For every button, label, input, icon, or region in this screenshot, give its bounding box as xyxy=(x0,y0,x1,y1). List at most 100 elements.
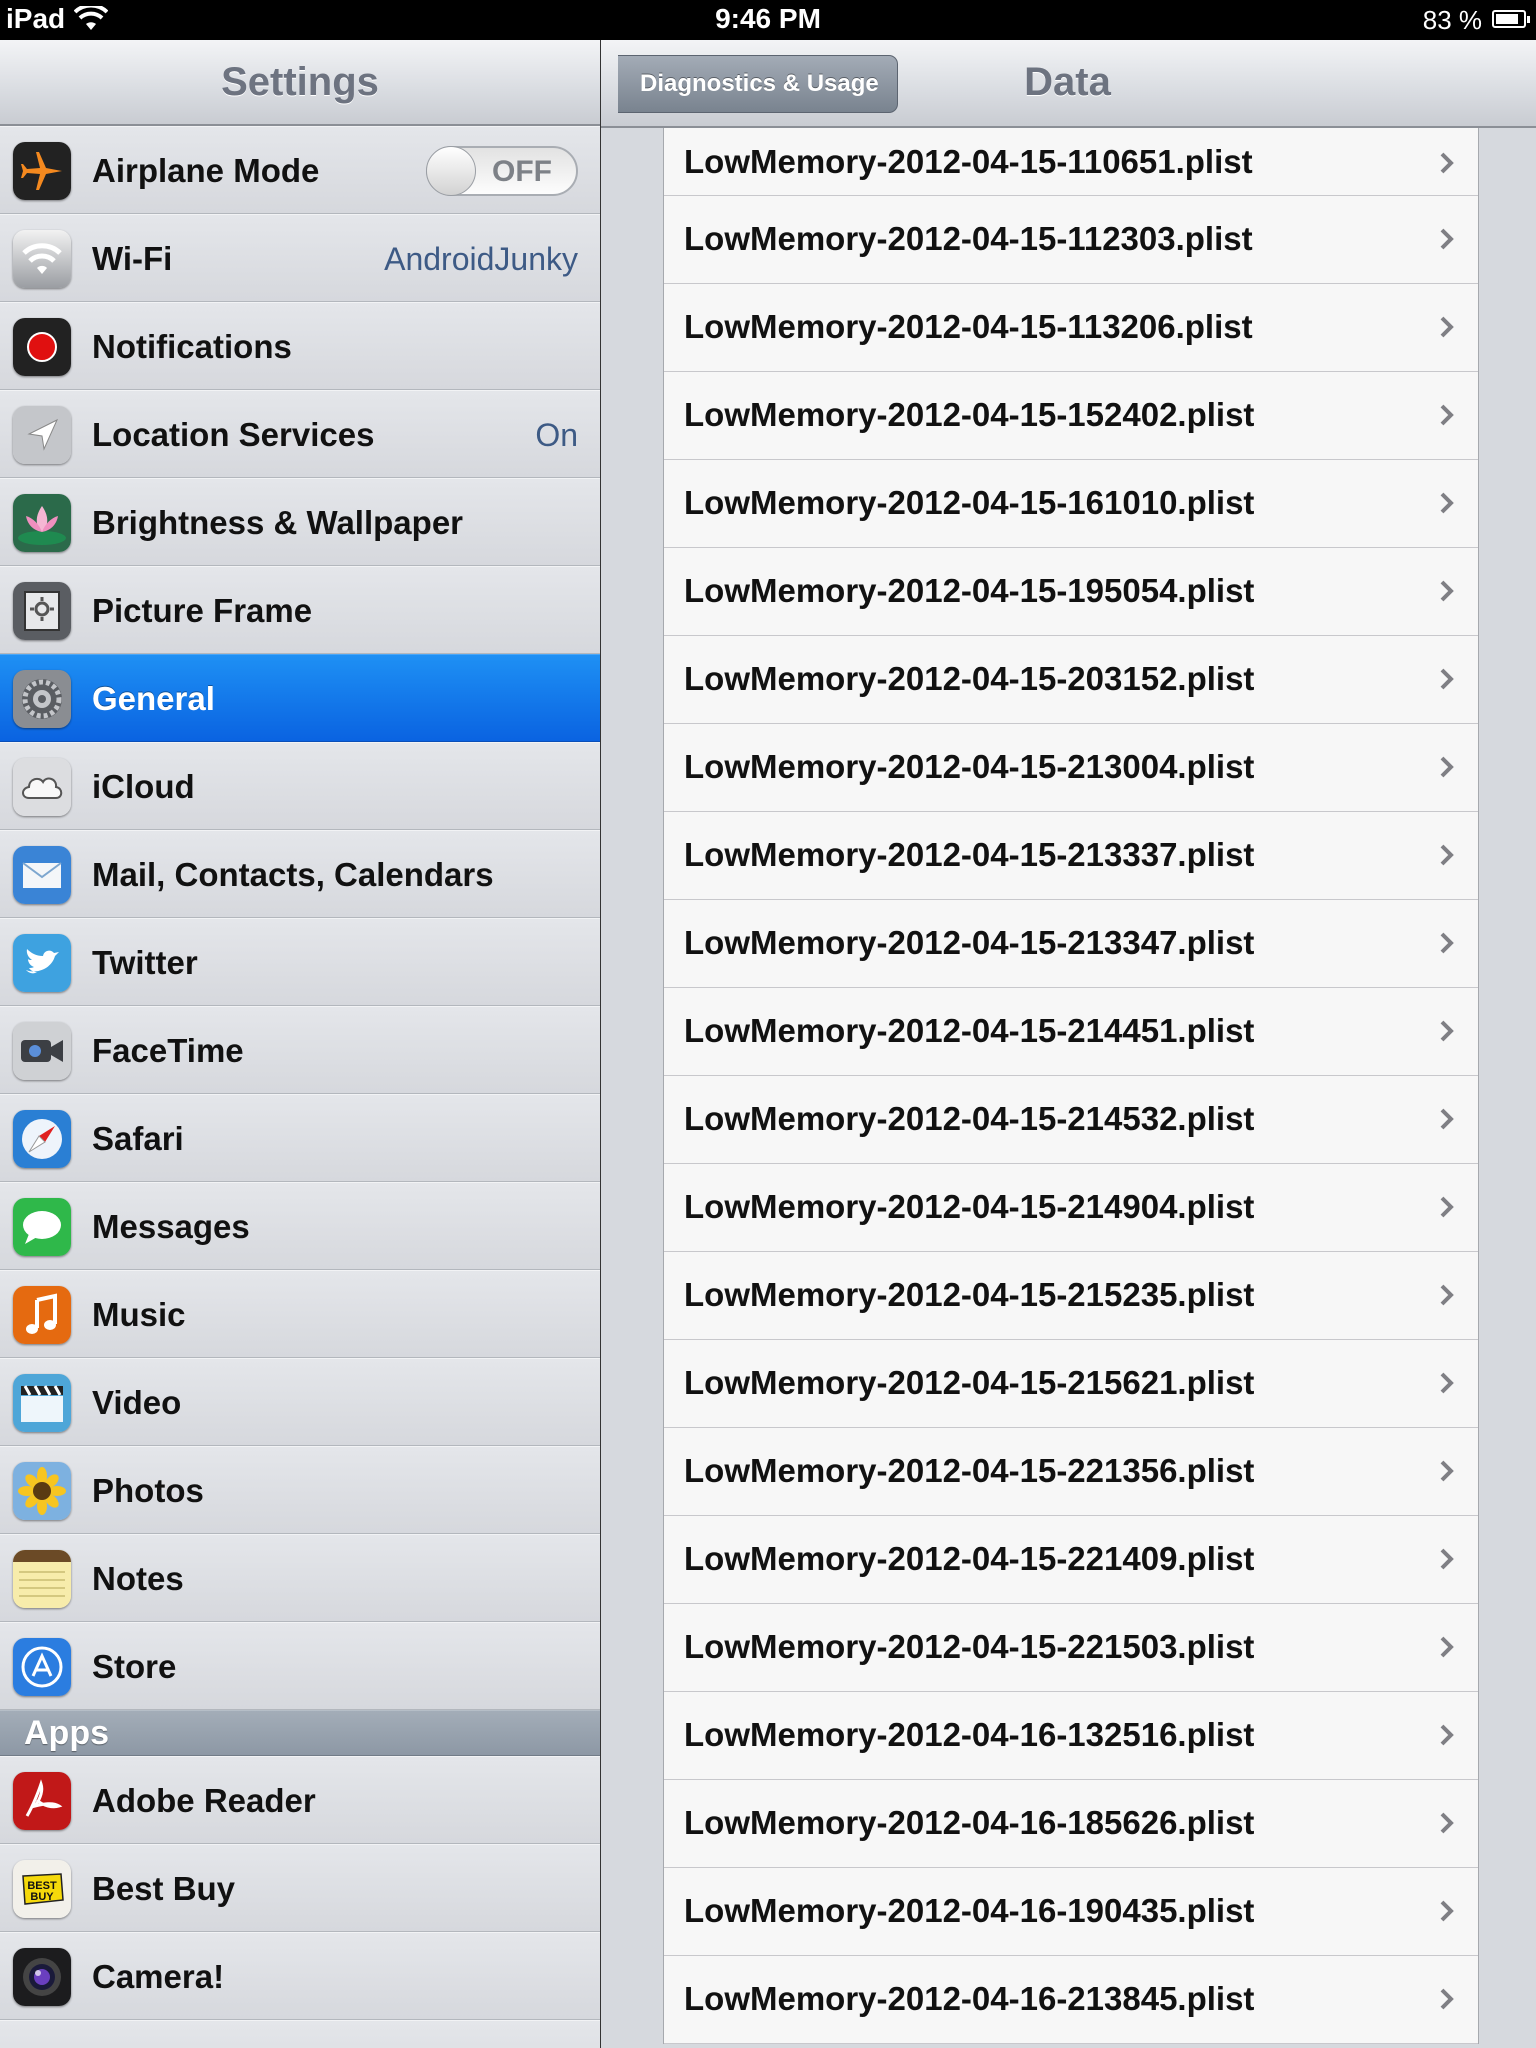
data-file-name: LowMemory-2012-04-15-213004.plist xyxy=(684,748,1255,785)
data-file-row[interactable]: LowMemory-2012-04-16-185626.plist xyxy=(664,1780,1478,1868)
sidebar-item-label: iCloud xyxy=(92,768,195,805)
sidebar-item-icloud[interactable]: iCloud xyxy=(0,742,600,830)
detail-title: Data xyxy=(1024,60,1111,104)
sidebar-item-label: Location Services xyxy=(92,416,375,453)
sidebar-item-label: Messages xyxy=(92,1208,250,1245)
chevron-right-icon xyxy=(1436,1988,1458,2010)
data-file-row[interactable]: LowMemory-2012-04-15-213347.plist xyxy=(664,900,1478,988)
sidebar-item-label: Airplane Mode xyxy=(92,152,320,189)
data-file-row[interactable]: LowMemory-2012-04-15-161010.plist xyxy=(664,460,1478,548)
toggle-knob[interactable] xyxy=(426,146,476,196)
data-file-row[interactable]: LowMemory-2012-04-15-215621.plist xyxy=(664,1340,1478,1428)
battery-level xyxy=(1496,14,1518,24)
data-file-name: LowMemory-2012-04-15-214451.plist xyxy=(684,1012,1255,1049)
data-file-row[interactable]: LowMemory-2012-04-16-132516.plist xyxy=(664,1692,1478,1780)
speech-bubble-icon xyxy=(13,1198,71,1256)
sunflower-icon xyxy=(13,1462,71,1520)
sidebar-item-store[interactable]: Store xyxy=(0,1622,600,1710)
sidebar-item-label: Adobe Reader xyxy=(92,1782,316,1819)
notepad-icon xyxy=(13,1550,71,1608)
sidebar-item-location-services[interactable]: Location Services On xyxy=(0,390,600,478)
sidebar-item-facetime[interactable]: FaceTime xyxy=(0,1006,600,1094)
data-file-row[interactable]: LowMemory-2012-04-15-214451.plist xyxy=(664,988,1478,1076)
apps-list: Adobe Reader BEST BUY Best Buy Camera! xyxy=(0,1756,600,2048)
chevron-right-icon xyxy=(1436,932,1458,954)
sidebar-item-notes[interactable]: Notes xyxy=(0,1534,600,1622)
data-file-row[interactable]: LowMemory-2012-04-15-213004.plist xyxy=(664,724,1478,812)
sidebar-item-general[interactable]: General xyxy=(0,654,600,742)
data-file-name: LowMemory-2012-04-15-221356.plist xyxy=(684,1452,1255,1489)
clock: 9:46 PM xyxy=(715,3,821,34)
sidebar-item-picture-frame[interactable]: Picture Frame xyxy=(0,566,600,654)
data-file-row[interactable]: LowMemory-2012-04-15-221356.plist xyxy=(664,1428,1478,1516)
sidebar-item-wi-fi[interactable]: Wi-Fi AndroidJunky xyxy=(0,214,600,302)
data-file-name: LowMemory-2012-04-15-215235.plist xyxy=(684,1276,1255,1313)
sidebar-item-notifications[interactable]: Notifications xyxy=(0,302,600,390)
data-file-row[interactable]: LowMemory-2012-04-15-112303.plist xyxy=(664,196,1478,284)
chevron-right-icon xyxy=(1436,1548,1458,1570)
sidebar-item-label: Safari xyxy=(92,1120,184,1157)
data-file-name: LowMemory-2012-04-15-195054.plist xyxy=(684,572,1255,609)
data-file-row[interactable]: LowMemory-2012-04-15-152402.plist xyxy=(664,372,1478,460)
sidebar-item-airplane-mode[interactable]: Airplane Mode OFF xyxy=(0,126,600,214)
chevron-right-icon xyxy=(1436,580,1458,602)
location-icon xyxy=(13,406,71,464)
data-file-row[interactable]: LowMemory-2012-04-15-214532.plist xyxy=(664,1076,1478,1164)
chevron-right-icon xyxy=(1436,1724,1458,1746)
sidebar-item-music[interactable]: Music xyxy=(0,1270,600,1358)
data-file-row[interactable]: LowMemory-2012-04-15-221409.plist xyxy=(664,1516,1478,1604)
data-file-row[interactable]: LowMemory-2012-04-15-213337.plist xyxy=(664,812,1478,900)
sidebar-item-partial[interactable] xyxy=(0,2020,600,2048)
data-file-name: LowMemory-2012-04-15-214532.plist xyxy=(684,1100,1255,1137)
chevron-right-icon xyxy=(1436,1108,1458,1130)
adobe-reader-icon xyxy=(13,1772,71,1830)
data-file-row[interactable]: LowMemory-2012-04-16-190435.plist xyxy=(664,1868,1478,1956)
settings-title: Settings xyxy=(221,60,379,104)
chevron-right-icon xyxy=(1436,404,1458,426)
sidebar-item-twitter[interactable]: Twitter xyxy=(0,918,600,1006)
sidebar-item-adobe-reader[interactable]: Adobe Reader xyxy=(0,1756,600,1844)
compass-icon xyxy=(13,1110,71,1168)
wifi-icon xyxy=(13,230,71,288)
sidebar-item-mail-contacts-calendars[interactable]: Mail, Contacts, Calendars xyxy=(0,830,600,918)
data-file-name: LowMemory-2012-04-15-221503.plist xyxy=(684,1628,1255,1665)
sidebar-item-photos[interactable]: Photos xyxy=(0,1446,600,1534)
data-file-row[interactable]: LowMemory-2012-04-15-215235.plist xyxy=(664,1252,1478,1340)
sidebar-item-camera[interactable]: Camera! xyxy=(0,1932,600,2020)
sidebar-item-messages[interactable]: Messages xyxy=(0,1182,600,1270)
data-file-name: LowMemory-2012-04-15-203152.plist xyxy=(684,660,1255,697)
data-file-row[interactable]: LowMemory-2012-04-15-195054.plist xyxy=(664,548,1478,636)
data-file-name: LowMemory-2012-04-15-161010.plist xyxy=(684,484,1255,521)
chevron-right-icon xyxy=(1436,1284,1458,1306)
sidebar-item-safari[interactable]: Safari xyxy=(0,1094,600,1182)
data-file-row[interactable]: LowMemory-2012-04-15-214904.plist xyxy=(664,1164,1478,1252)
notifications-icon xyxy=(13,318,71,376)
sidebar-item-label: Mail, Contacts, Calendars xyxy=(92,856,494,893)
sidebar-item-label: Notifications xyxy=(92,328,292,365)
sidebar-item-brightness-wallpaper[interactable]: Brightness & Wallpaper xyxy=(0,478,600,566)
sidebar-item-label: Notes xyxy=(92,1560,184,1597)
mail-icon xyxy=(13,846,71,904)
data-file-row[interactable]: LowMemory-2012-04-15-221503.plist xyxy=(664,1604,1478,1692)
chevron-right-icon xyxy=(1436,1900,1458,1922)
clapperboard-icon xyxy=(13,1374,71,1432)
airplane-mode-toggle[interactable]: OFF xyxy=(426,146,578,196)
data-file-name: LowMemory-2012-04-16-213845.plist xyxy=(684,1980,1255,2017)
cloud-icon xyxy=(13,758,71,816)
settings-nav-bar: Settings xyxy=(0,40,600,126)
apps-section-header: Apps xyxy=(0,1710,600,1756)
data-file-list: LowMemory-2012-04-15-110651.plist LowMemo… xyxy=(663,128,1479,2044)
picture-frame-icon xyxy=(13,582,71,640)
sidebar-item-best-buy[interactable]: BEST BUY Best Buy xyxy=(0,1844,600,1932)
twitter-bird-icon xyxy=(13,934,71,992)
data-file-row[interactable]: LowMemory-2012-04-16-213845.plist xyxy=(664,1956,1478,2044)
chevron-right-icon xyxy=(1436,316,1458,338)
sidebar-item-video[interactable]: Video xyxy=(0,1358,600,1446)
data-file-row[interactable]: LowMemory-2012-04-15-113206.plist xyxy=(664,284,1478,372)
data-file-row[interactable]: LowMemory-2012-04-15-110651.plist xyxy=(664,128,1478,196)
chevron-right-icon xyxy=(1436,844,1458,866)
airplane-icon xyxy=(13,142,71,200)
data-file-row[interactable]: LowMemory-2012-04-15-203152.plist xyxy=(664,636,1478,724)
sidebar-item-label: Camera! xyxy=(92,1958,225,1995)
data-file-name: LowMemory-2012-04-15-215621.plist xyxy=(684,1364,1255,1401)
